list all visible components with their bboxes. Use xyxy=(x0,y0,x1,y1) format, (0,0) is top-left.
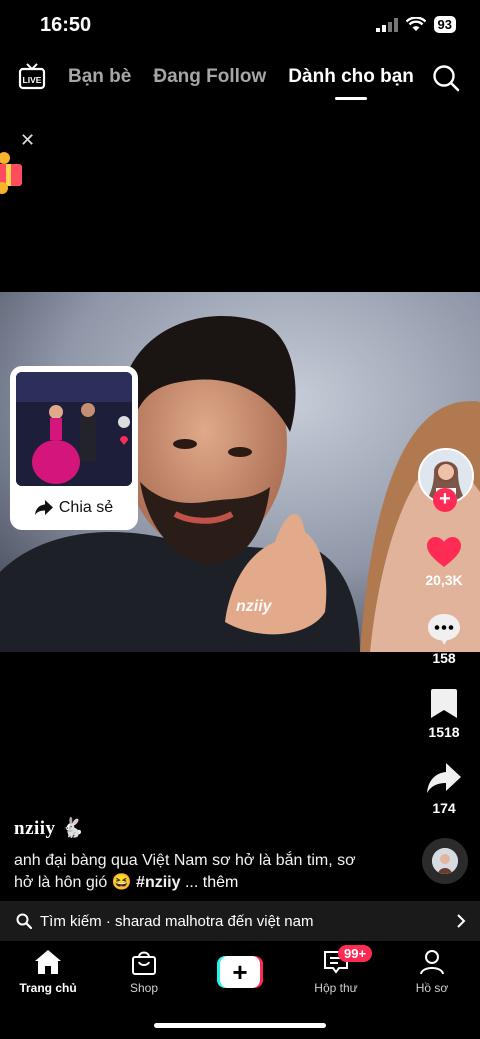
post-caption[interactable]: anh đại bàng qua Việt Nam sơ hở là bắn t… xyxy=(14,850,364,894)
feed-tabs: Bạn bè Đang Follow Dành cho bạn xyxy=(68,66,414,88)
like-count: 20,3K xyxy=(425,572,463,588)
profile-icon xyxy=(420,950,444,975)
nav-profile-label: Hồ sơ xyxy=(415,981,449,995)
post-username[interactable]: nziiy 🐇 xyxy=(14,816,85,840)
home-indicator xyxy=(154,1023,326,1028)
search-button[interactable] xyxy=(432,64,460,97)
search-suggestion-bar[interactable]: Tìm kiếm · sharad malhotra đến việt nam xyxy=(0,901,480,941)
search-small-icon xyxy=(16,913,32,929)
share-card[interactable]: Chia sẻ xyxy=(10,366,138,530)
share-thumbnail xyxy=(16,372,132,486)
nav-home-label: Trang chủ xyxy=(19,981,77,995)
inbox-badge: 99+ xyxy=(338,945,373,962)
live-button[interactable]: LIVE xyxy=(18,62,46,90)
like-button[interactable]: 20,3K xyxy=(404,536,480,588)
close-icon[interactable]: ✕ xyxy=(20,130,35,151)
bottom-nav: Trang chủ Shop + 99+ Hộp thư Hồ sơ xyxy=(0,945,480,1005)
share-arrow-icon xyxy=(34,500,53,515)
svg-text:LIVE: LIVE xyxy=(23,75,42,85)
live-tv-icon: LIVE xyxy=(18,63,46,90)
wifi-icon xyxy=(405,17,426,31)
shop-bag-icon xyxy=(132,951,156,975)
follow-button[interactable]: + xyxy=(433,488,457,512)
video-watermark: nziiy xyxy=(236,598,272,615)
search-icon xyxy=(433,65,460,92)
bookmark-count: 1518 xyxy=(428,724,460,740)
nav-shop-label: Shop xyxy=(129,981,159,995)
comment-icon xyxy=(428,614,460,645)
plus-icon: + xyxy=(220,956,260,988)
search-suggestion-query: sharad malhotra đến việt nam xyxy=(115,912,314,930)
bookmark-button[interactable]: 1518 xyxy=(404,688,480,740)
nav-profile[interactable]: Hồ sơ xyxy=(384,945,480,1005)
battery-indicator: 93 xyxy=(433,16,456,33)
comment-button[interactable]: 158 xyxy=(404,612,480,666)
tab-for-you[interactable]: Dành cho bạn xyxy=(288,66,414,88)
tab-friends[interactable]: Bạn bè xyxy=(68,66,131,88)
create-button[interactable]: + xyxy=(217,956,263,988)
gift-promo-icon[interactable] xyxy=(0,152,26,196)
nav-shop[interactable]: Shop xyxy=(96,945,192,1005)
status-icons: 93 xyxy=(375,16,456,33)
tab-following[interactable]: Đang Follow xyxy=(153,66,266,88)
status-time: 16:50 xyxy=(40,14,92,36)
bookmark-icon xyxy=(431,689,457,718)
nav-create[interactable]: + xyxy=(192,945,288,1005)
share-count: 174 xyxy=(432,800,456,816)
share-rail-button[interactable]: 174 xyxy=(404,762,480,816)
share-label: Chia sẻ xyxy=(58,499,114,516)
nav-inbox[interactable]: 99+ Hộp thư xyxy=(288,945,384,1005)
caption-more[interactable]: ... thêm xyxy=(181,874,238,891)
music-disc-avatar xyxy=(432,848,458,874)
chevron-right-icon xyxy=(457,914,466,928)
share-icon xyxy=(427,763,461,793)
nav-home[interactable]: Trang chủ xyxy=(0,945,96,1005)
music-disc[interactable] xyxy=(422,838,468,884)
nav-inbox-label: Hộp thư xyxy=(314,981,358,995)
comment-count: 158 xyxy=(432,650,456,666)
home-icon xyxy=(35,950,61,974)
heart-icon xyxy=(427,537,461,567)
share-button[interactable]: Chia sẻ xyxy=(10,499,138,517)
signal-icon xyxy=(375,17,398,32)
search-suggestion-text: Tìm kiếm · sharad malhotra đến việt nam xyxy=(40,913,456,930)
search-suggestion-prefix: Tìm kiếm · xyxy=(40,912,115,930)
caption-hashtag[interactable]: #nziiy xyxy=(136,874,180,891)
